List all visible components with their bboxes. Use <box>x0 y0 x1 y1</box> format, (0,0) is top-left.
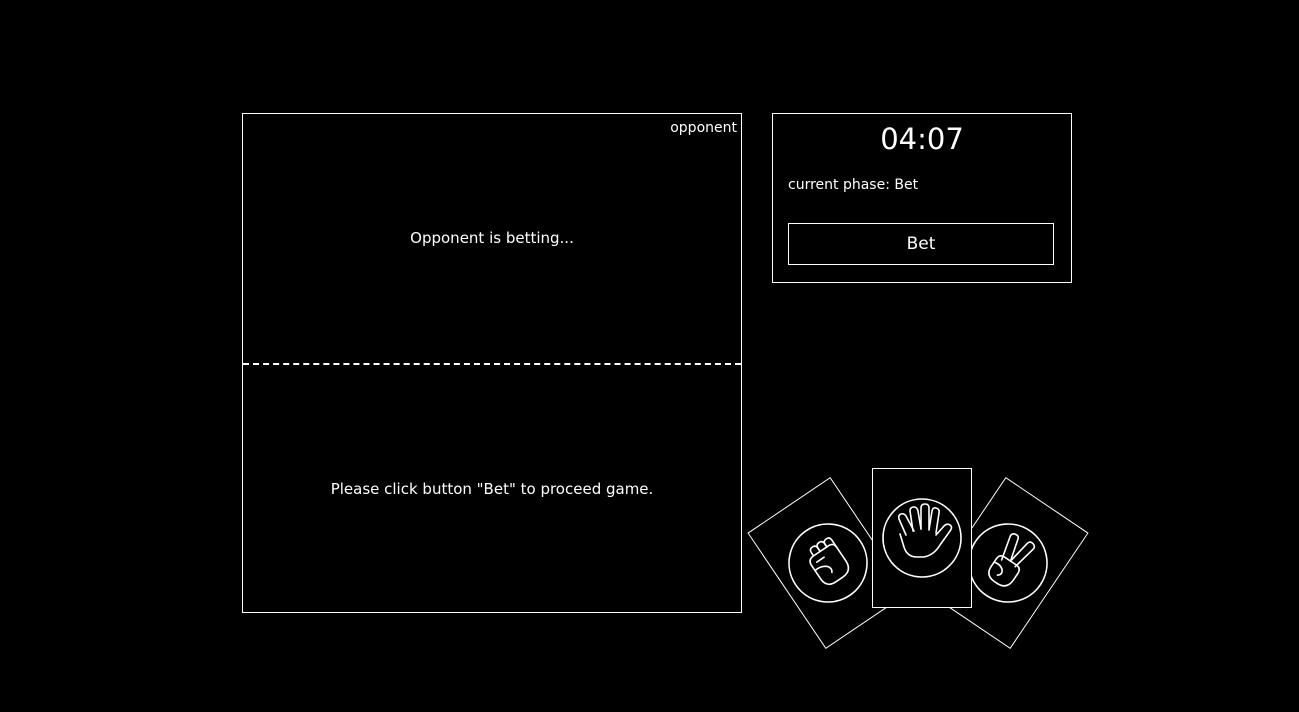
open-hand-icon <box>882 498 962 578</box>
opponent-area: opponent Opponent is betting... <box>243 114 741 363</box>
control-panel: 04:07 current phase: Bet Bet <box>772 113 1072 283</box>
opponent-status: Opponent is betting... <box>410 229 574 247</box>
countdown-timer: 04:07 <box>880 122 964 156</box>
game-board: opponent Opponent is betting... Please c… <box>242 113 742 613</box>
card-paper[interactable] <box>872 468 972 608</box>
player-area: Please click button "Bet" to proceed gam… <box>243 364 741 612</box>
current-phase: current phase: Bet <box>788 177 919 193</box>
player-message: Please click button "Bet" to proceed gam… <box>330 480 654 498</box>
bet-button[interactable]: Bet <box>788 223 1054 265</box>
opponent-label: opponent <box>670 120 737 136</box>
